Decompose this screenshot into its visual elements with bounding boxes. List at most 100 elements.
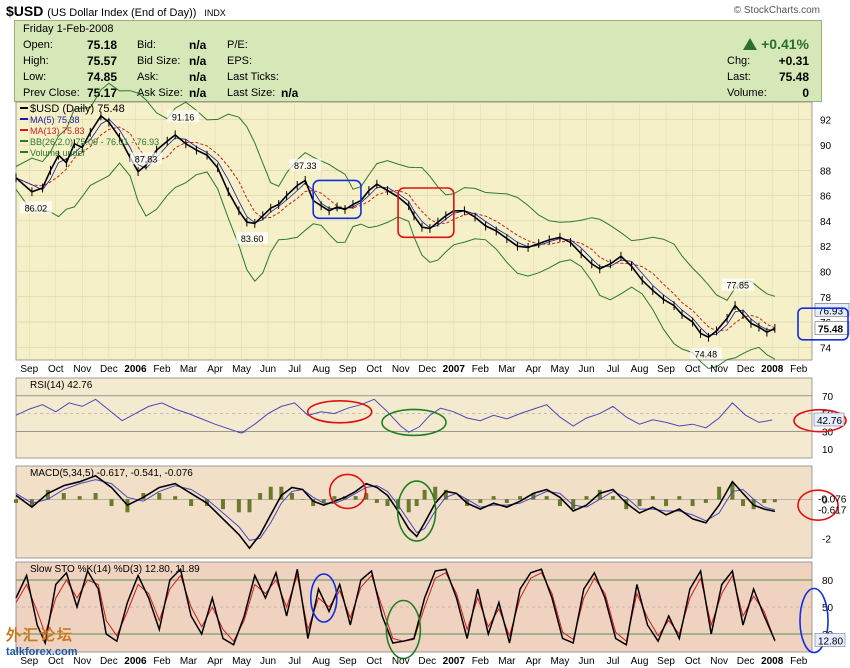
price-annotation: 91.16 [172, 112, 195, 122]
sto-x-tick: Nov [710, 656, 728, 667]
sto-x-tick: Jul [607, 656, 620, 667]
sto-x-tick: Oct [685, 656, 701, 667]
macd-histogram-bar [491, 496, 496, 500]
rsi-last-label: 42.76 [817, 416, 842, 427]
price-annotation: 87.83 [135, 154, 158, 164]
price-y-tick: 88 [820, 166, 832, 177]
price-x-tick: Jun [260, 364, 276, 375]
price-y-tick: 74 [820, 343, 832, 354]
price-y-tick: 84 [820, 217, 832, 228]
price-y-tick: 92 [820, 116, 832, 127]
price-y-tick: 90 [820, 141, 832, 152]
sto-last-label: 12.80 [818, 636, 843, 647]
chart-canvas: 7476788082848688909286.0291.1687.8383.60… [14, 82, 850, 667]
price-annotation: 83.60 [241, 234, 264, 244]
rsi-title: RSI(14) 42.76 [30, 380, 93, 391]
sto-x-tick: Feb [790, 656, 808, 667]
price-legend-entry: $USD (Daily) 75.48 [30, 103, 125, 115]
sto-title: Slow STO %K(14) %D(3) 12.80, 11.89 [30, 564, 200, 575]
price-x-tick: Oct [48, 364, 64, 375]
macd-histogram-bar [772, 499, 777, 503]
price-x-tick: Nov [710, 364, 728, 375]
sto-x-tick: Dec [100, 656, 118, 667]
price-x-tick: Dec [737, 364, 755, 375]
price-x-tick: Sep [657, 364, 675, 375]
rsi-y-tick: 30 [822, 427, 834, 438]
price-x-tick: Oct [685, 364, 701, 375]
macd-histogram-bar [611, 496, 615, 500]
macd-histogram-bar [677, 496, 682, 500]
macd-histogram-bar [741, 499, 746, 507]
rsi-panel-bg [15, 377, 813, 459]
sto-x-tick: Mar [180, 656, 198, 667]
sto-x-tick: Feb [472, 656, 490, 667]
macd-histogram-bar [258, 493, 263, 500]
macd-last-label: -0.617 [818, 505, 847, 516]
macd-last-label: -0.076 [818, 494, 847, 505]
price-x-tick: Jul [288, 364, 301, 375]
macd-histogram-bar [93, 493, 98, 500]
watermark-logo: 外汇论坛 [6, 627, 75, 644]
price-x-tick: Nov [392, 364, 410, 375]
sto-x-tick: Sep [339, 656, 357, 667]
sto-x-tick: Jun [260, 656, 276, 667]
sto-x-tick: 2006 [124, 656, 147, 667]
price-x-tick: Nov [73, 364, 91, 375]
price-legend-entry: BB(26,2.0) 75.09 - 76.01 - 76.93 [30, 137, 159, 147]
sto-x-tick: Nov [392, 656, 410, 667]
price-x-tick: Apr [526, 364, 542, 375]
macd-histogram-bar [247, 499, 252, 513]
macd-histogram-bar [762, 499, 767, 503]
macd-histogram-bar [504, 499, 509, 503]
sto-x-tick: Sep [657, 656, 675, 667]
macd-histogram-bar [173, 496, 178, 500]
macd-histogram-bar [289, 493, 294, 500]
price-annotation: 86.02 [25, 203, 48, 213]
watermark-url: talkforex.com [6, 646, 78, 658]
macd-histogram-bar [61, 493, 66, 500]
macd-y-tick: -2 [822, 534, 831, 545]
macd-histogram-bar [422, 489, 427, 500]
price-x-tick: Jun [578, 364, 594, 375]
sto-x-tick: Jul [288, 656, 301, 667]
macd-histogram-bar [518, 496, 523, 500]
sto-x-tick: 2008 [761, 656, 784, 667]
macd-histogram-bar [220, 499, 225, 510]
macd-histogram-bar [454, 499, 459, 500]
price-y-tick: 80 [820, 267, 832, 278]
price-x-tick: 2006 [124, 364, 147, 375]
macd-histogram-bar [385, 499, 390, 507]
price-legend-entry: MA(13) 75.83 [30, 126, 85, 136]
price-x-tick: Mar [180, 364, 198, 375]
macd-histogram-bar [584, 496, 589, 500]
macd-histogram-bar [557, 499, 562, 507]
price-x-tick: Sep [20, 364, 38, 375]
price-x-tick: 2007 [443, 364, 466, 375]
price-x-tick: Feb [153, 364, 171, 375]
sto-x-tick: Jun [578, 656, 594, 667]
price-x-tick: Sep [339, 364, 357, 375]
sto-x-tick: Aug [312, 656, 330, 667]
macd-panel-bg [15, 465, 813, 559]
macd-histogram-bar [664, 499, 669, 507]
price-y-tick: 82 [820, 242, 832, 253]
price-x-tick: Mar [498, 364, 516, 375]
macd-histogram-bar [353, 496, 358, 500]
price-x-tick: May [550, 364, 569, 375]
macd-histogram-bar [690, 499, 695, 507]
price-x-tick: 2008 [761, 364, 784, 375]
macd-histogram-bar [332, 496, 337, 500]
sto-x-tick: Dec [418, 656, 436, 667]
price-annotation: 74.48 [695, 349, 718, 359]
macd-histogram-bar [236, 499, 241, 513]
price-annotation: 87.33 [294, 161, 317, 171]
sto-x-tick: May [550, 656, 569, 667]
price-right-label: 75.48 [818, 325, 843, 336]
price-y-tick: 78 [820, 293, 832, 304]
price-x-tick: Jul [607, 364, 620, 375]
macd-histogram-bar [77, 496, 82, 500]
sto-x-tick: Mar [498, 656, 516, 667]
macd-histogram-bar [650, 496, 655, 500]
macd-histogram-bar [478, 499, 483, 503]
price-legend-entry: MA(5) 75.38 [30, 115, 80, 125]
